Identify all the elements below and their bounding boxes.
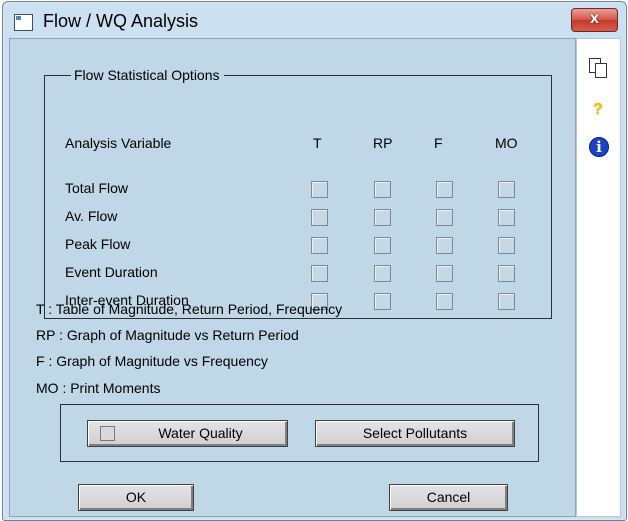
column-header-rp: RP [373,135,393,151]
checkbox-inter-event-duration-rp[interactable] [374,293,391,310]
checkbox-av-flow-rp[interactable] [374,209,391,226]
legend-line-rp: RP : Graph of Magnitude vs Return Period [36,327,299,343]
legend-line-f: F : Graph of Magnitude vs Frequency [36,353,268,369]
water-quality-checkbox[interactable] [100,426,115,441]
checkbox-peak-flow-t[interactable] [311,237,328,254]
row-label-peak-flow: Peak Flow [65,236,131,252]
column-header-f: F [434,135,443,151]
checkbox-total-flow-t[interactable] [311,181,328,198]
row-label-total-flow: Total Flow [65,180,129,196]
app-icon [14,14,33,31]
checkbox-event-duration-mo[interactable] [498,265,515,282]
title-bar[interactable]: Flow / WQ Analysis x [3,2,626,42]
column-header-mo: MO [495,135,518,151]
dialog-window: Flow / WQ Analysis x Flow Statistical Op… [2,1,627,521]
dialog-client: Flow Statistical Options Analysis Variab… [9,38,576,517]
row-label-av-flow: Av. Flow [65,208,118,224]
water-quality-group: Water Quality Select Pollutants [60,404,539,462]
checkbox-av-flow-mo[interactable] [498,209,515,226]
copy-icon[interactable] [587,57,609,79]
tool-strip: ? i [576,38,621,517]
help-icon[interactable]: ? [587,99,609,121]
close-button[interactable]: x [571,8,618,32]
checkbox-peak-flow-f[interactable] [436,237,453,254]
checkbox-peak-flow-mo[interactable] [498,237,515,254]
info-icon[interactable]: i [589,137,609,157]
ok-button[interactable]: OK [78,484,194,511]
close-icon: x [590,10,599,27]
checkbox-total-flow-mo[interactable] [498,181,515,198]
flow-options-group: Flow Statistical Options Analysis Variab… [44,67,552,319]
checkbox-av-flow-t[interactable] [311,209,328,226]
checkbox-inter-event-duration-f[interactable] [436,293,453,310]
water-quality-toggle[interactable]: Water Quality [87,420,288,447]
cancel-button[interactable]: Cancel [389,484,508,511]
checkbox-av-flow-f[interactable] [436,209,453,226]
window-title: Flow / WQ Analysis [43,11,199,31]
flow-options-title: Flow Statistical Options [71,67,224,83]
legend-line-t: T : Table of Magnitude, Return Period, F… [36,301,343,317]
analysis-variable-label: Analysis Variable [65,135,172,151]
checkbox-inter-event-duration-mo[interactable] [498,293,515,310]
checkbox-event-duration-rp[interactable] [374,265,391,282]
legend-line-mo: MO : Print Moments [36,380,161,396]
checkbox-event-duration-t[interactable] [311,265,328,282]
select-pollutants-button[interactable]: Select Pollutants [315,420,515,447]
checkbox-total-flow-rp[interactable] [374,181,391,198]
copy-page-front [595,63,607,78]
water-quality-label: Water Quality [158,425,243,441]
checkbox-total-flow-f[interactable] [436,181,453,198]
row-label-event-duration: Event Duration [65,264,158,280]
checkbox-peak-flow-rp[interactable] [374,237,391,254]
column-header-t: T [313,135,322,151]
checkbox-event-duration-f[interactable] [436,265,453,282]
